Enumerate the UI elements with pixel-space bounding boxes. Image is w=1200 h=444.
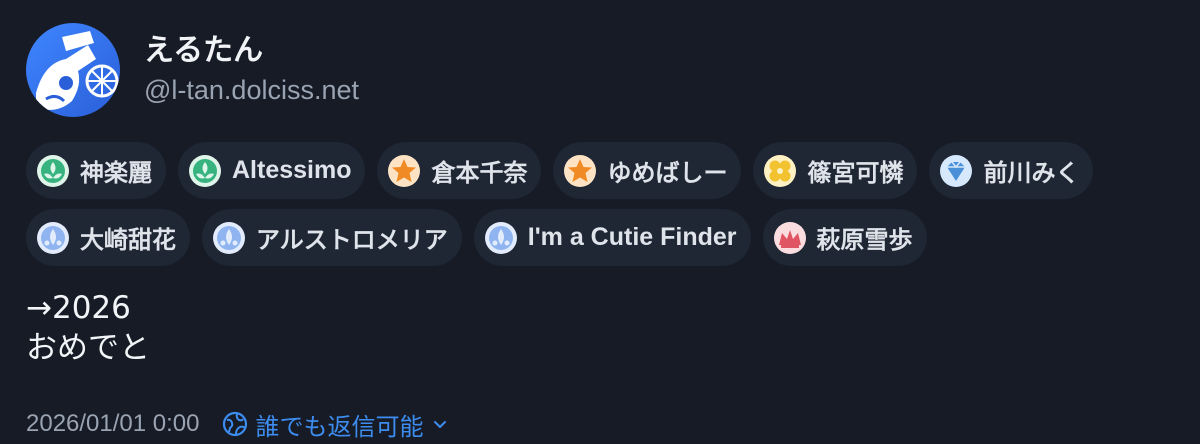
light-blue-drop-badge-icon [36,221,70,255]
reply-visibility-label: 誰でも返信可能 [255,412,424,441]
light-blue-drop-badge-icon [484,221,518,255]
badge-alstroemeria[interactable]: アルストロメリア [202,209,462,266]
display-name[interactable]: えるたん [144,32,359,70]
post: えるたん @l-tan.dolciss.net 神楽麗 Altessimo 倉本… [26,22,1176,368]
badge-maekawa-miku[interactable]: 前川みく [929,142,1094,199]
badge-label: 神楽麗 [80,159,152,187]
badge-hagiwara-yukiho[interactable]: 萩原雪歩 [762,209,927,266]
badge-label: 倉本千奈 [431,159,528,187]
badge-label: 篠宮可憐 [807,159,904,187]
orange-star-badge-icon [563,154,597,188]
badge-label: アルストロメリア [256,226,448,254]
post-header: えるたん @l-tan.dolciss.net [26,22,1176,118]
light-blue-drop-badge-icon [212,221,246,255]
badge-kagura-rei[interactable]: 神楽麗 [26,142,166,199]
badge-kuramoto-china[interactable]: 倉本千奈 [377,142,542,199]
badge-altessimo[interactable]: Altessimo [178,142,366,199]
badge-yumebashi[interactable]: ゆめばしー [553,142,742,199]
badge-cutie-finder[interactable]: I'm a Cutie Finder [473,209,751,266]
user-handle[interactable]: @l-tan.dolciss.net [144,72,359,108]
badge-shinomiya-karen[interactable]: 篠宮可憐 [753,142,918,199]
post-text-line: →2026 [26,290,131,326]
badge-label: Altessimo [232,156,352,184]
reply-visibility-selector[interactable]: 誰でも返信可能 [222,407,448,442]
post-text-line: おめでと [26,330,150,366]
badge-label: 大崎甜花 [80,226,176,254]
badge-label: I'm a Cutie Finder [527,223,737,251]
post-content: →2026 おめでと [26,288,1176,368]
badge-label: 萩原雪歩 [816,226,913,254]
green-leaf-badge-icon [36,154,70,188]
badge-list: 神楽麗 Altessimo 倉本千奈 ゆめばしー 篠宮可憐 前川みく 大崎甜花 … [26,142,1176,266]
avatar[interactable] [26,23,120,117]
yellow-clover-badge-icon [763,154,797,188]
post-timestamp[interactable]: 2026/01/01 0:00 [26,410,200,438]
blue-diamond-badge-icon [939,154,973,188]
badge-label: 前川みく [983,159,1080,187]
user-names: えるたん @l-tan.dolciss.net [144,32,359,108]
orange-star-badge-icon [387,154,421,188]
globe-icon [222,411,248,437]
green-leaf-badge-icon [188,154,222,188]
red-crown-badge-icon [773,221,807,255]
badge-osaki-tenka[interactable]: 大崎甜花 [26,209,190,266]
badge-label: ゆめばしー [607,159,728,187]
post-footer: 2026/01/01 0:00 誰でも返信可能 [26,404,448,444]
chevron-down-icon [432,416,448,432]
